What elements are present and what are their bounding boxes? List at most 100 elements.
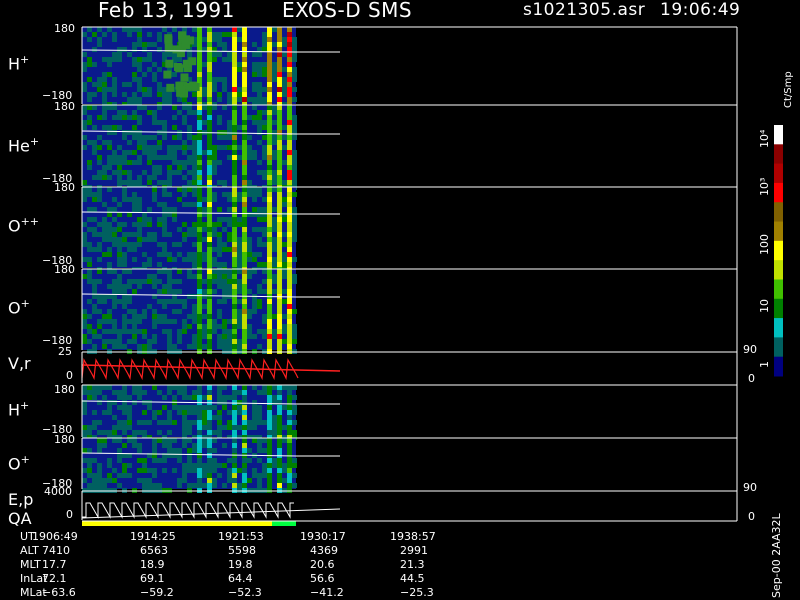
spectrogram-cell bbox=[167, 430, 172, 435]
spectrogram-cell bbox=[287, 324, 292, 329]
spectrogram-cell bbox=[267, 222, 272, 227]
spectrogram-cell bbox=[232, 87, 237, 92]
spectrogram-cell bbox=[292, 170, 297, 175]
spectrogram-cell bbox=[97, 443, 102, 448]
spectrogram-cell bbox=[207, 197, 212, 202]
spectrogram-cell bbox=[287, 410, 292, 415]
spectrogram-cell bbox=[267, 62, 272, 67]
spectrogram-cell bbox=[227, 279, 232, 284]
spectrogram-cell bbox=[107, 62, 112, 67]
spectrogram-cell bbox=[92, 304, 97, 309]
spectrogram-cell bbox=[172, 395, 177, 400]
spectrogram-cell bbox=[137, 344, 142, 349]
spectrogram-cell bbox=[257, 227, 262, 232]
spectrogram-cell bbox=[167, 180, 172, 185]
spectrogram-cell bbox=[82, 425, 87, 430]
spectrogram-cell bbox=[242, 150, 247, 155]
spectrogram-cell bbox=[287, 160, 292, 165]
spectrogram-cell bbox=[227, 135, 232, 140]
spectrogram-cell bbox=[92, 217, 97, 222]
spectrogram-cell bbox=[257, 115, 262, 120]
spectrogram-cell bbox=[142, 279, 147, 284]
spectrogram-cell bbox=[287, 390, 292, 395]
spectrogram-cell bbox=[267, 120, 272, 125]
spectrogram-cell bbox=[177, 405, 182, 410]
spectrogram-cell bbox=[277, 57, 282, 62]
spectrogram-cell bbox=[237, 405, 242, 410]
spectrogram-cell bbox=[137, 385, 142, 390]
spectrogram-cell bbox=[242, 478, 247, 483]
spectrogram-cell bbox=[282, 329, 287, 334]
spectrogram-cell bbox=[237, 97, 242, 102]
spectrogram-cell bbox=[127, 180, 132, 185]
spectrogram-cell bbox=[122, 324, 127, 329]
spectrogram-cell bbox=[287, 232, 292, 237]
spectrogram-cell bbox=[177, 242, 182, 247]
spectrogram-cell bbox=[222, 483, 227, 488]
spectrogram-cell bbox=[82, 232, 87, 237]
spectrogram-cell bbox=[192, 468, 197, 473]
spectrogram-cell bbox=[262, 217, 267, 222]
spectrogram-cell bbox=[82, 52, 87, 57]
spectrogram-cell bbox=[197, 390, 202, 395]
spectrogram-cell bbox=[202, 237, 207, 242]
spectrogram-cell bbox=[137, 145, 142, 150]
spectrogram-cell bbox=[92, 473, 97, 478]
spectrogram-cell bbox=[282, 67, 287, 72]
spectrogram-cell bbox=[242, 314, 247, 319]
spectrogram-cell bbox=[217, 344, 222, 349]
spectrogram-cell bbox=[277, 299, 282, 304]
spectrogram-cell bbox=[207, 87, 212, 92]
header-file: s1021305.asr bbox=[523, 0, 646, 20]
spectrogram-cell bbox=[242, 192, 247, 197]
spectrogram-cell bbox=[165, 59, 174, 68]
spectrogram-cell bbox=[197, 92, 202, 97]
spectrogram-cell bbox=[162, 222, 167, 227]
spectrogram-cell bbox=[262, 269, 267, 274]
spectrogram-cell bbox=[82, 410, 87, 415]
spectrogram-cell bbox=[232, 299, 237, 304]
spectrogram-cell bbox=[137, 430, 142, 435]
spectrogram-cell bbox=[267, 150, 272, 155]
spectrogram-cell bbox=[167, 410, 172, 415]
spectrogram-cell bbox=[292, 463, 297, 468]
spectrogram-cell bbox=[197, 262, 202, 267]
spectrogram-cell bbox=[222, 339, 227, 344]
spectrogram-cell bbox=[277, 309, 282, 314]
spectrogram-cell bbox=[202, 207, 207, 212]
spectrogram-cell bbox=[292, 52, 297, 57]
spectrogram-cell bbox=[232, 155, 237, 160]
spectrogram-cell bbox=[277, 160, 282, 165]
spectrogram-cell bbox=[282, 262, 287, 267]
spectrogram-cell bbox=[197, 443, 202, 448]
energy-trace bbox=[81, 508, 341, 519]
spectrogram-cell bbox=[287, 319, 292, 324]
spectrogram-cell bbox=[112, 232, 117, 237]
spectrogram-cell bbox=[202, 329, 207, 334]
spectrogram-cell bbox=[152, 135, 157, 140]
spectrogram-cell bbox=[252, 400, 257, 405]
spectrogram-cell bbox=[167, 284, 172, 289]
spectrogram-cell bbox=[142, 140, 147, 145]
spectrogram-cell bbox=[127, 395, 132, 400]
spectrogram-cell bbox=[137, 227, 142, 232]
spectrogram-cell bbox=[217, 314, 222, 319]
spectrogram-cell bbox=[122, 92, 127, 97]
spectrogram-cell bbox=[97, 279, 102, 284]
spectrogram-cell bbox=[287, 339, 292, 344]
spectrogram-cell bbox=[237, 269, 242, 274]
spectrogram-cell bbox=[287, 105, 292, 110]
spectrogram-cell bbox=[287, 187, 292, 192]
spectrogram-cell bbox=[92, 150, 97, 155]
spectrogram-cell bbox=[237, 400, 242, 405]
spectrogram-cell bbox=[187, 314, 192, 319]
y-tick-max: 25 bbox=[58, 345, 72, 358]
spectrogram-cell bbox=[112, 478, 117, 483]
spectrogram-cell bbox=[182, 222, 187, 227]
spectrogram-cell bbox=[112, 125, 117, 130]
colorbar-segment bbox=[774, 163, 783, 184]
spectrogram-cell bbox=[177, 309, 182, 314]
spectrogram-cell bbox=[102, 329, 107, 334]
spectrogram-cell bbox=[232, 202, 237, 207]
spectrogram-cell bbox=[237, 62, 242, 67]
